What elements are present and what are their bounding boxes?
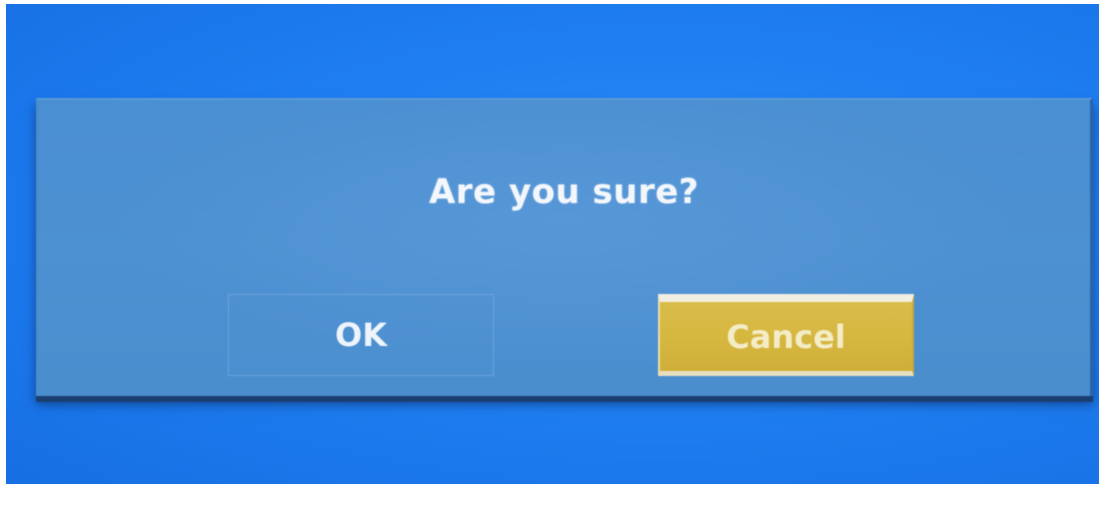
cancel-button[interactable]: Cancel	[658, 294, 914, 376]
confirmation-dialog: Are you sure? OK Cancel	[36, 98, 1093, 396]
photo-border	[0, 484, 1099, 513]
tv-screen: Are you sure? OK Cancel	[6, 4, 1099, 484]
cancel-button-label: Cancel	[726, 317, 846, 356]
ok-button[interactable]: OK	[228, 294, 494, 376]
ok-button-label: OK	[335, 316, 387, 354]
dialog-message: Are you sure?	[428, 172, 700, 212]
dialog-glow	[38, 100, 1090, 396]
